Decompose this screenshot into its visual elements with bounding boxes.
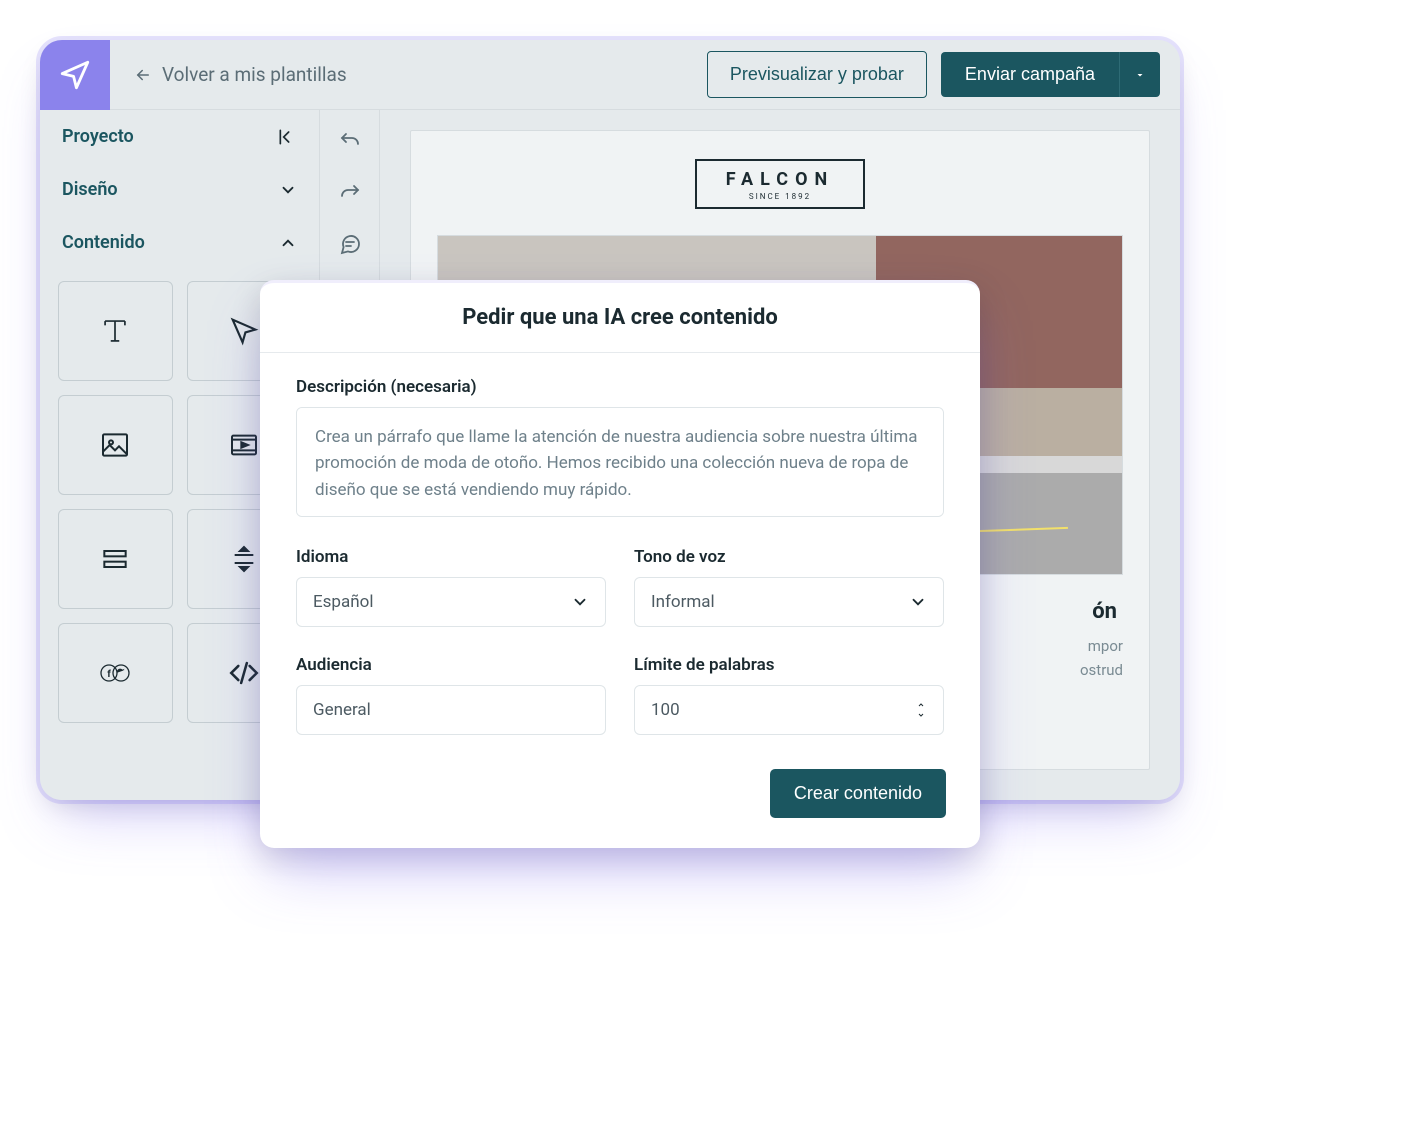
language-label: Idioma xyxy=(296,547,606,567)
description-input[interactable] xyxy=(296,407,944,517)
chevron-down-icon xyxy=(571,593,589,611)
redo-button[interactable] xyxy=(338,180,362,204)
app-logo[interactable] xyxy=(40,40,110,110)
sidebar-section-project[interactable]: Proyecto xyxy=(40,110,319,163)
ai-content-modal: Pedir que una IA cree contenido Descripc… xyxy=(260,280,980,848)
chevron-down-icon xyxy=(915,711,927,719)
language-select[interactable]: Español xyxy=(296,577,606,627)
audience-input[interactable]: General xyxy=(296,685,606,735)
wordlimit-label: Límite de palabras xyxy=(634,655,944,675)
audience-value: General xyxy=(313,700,371,720)
brand-subtitle: SINCE 1892 xyxy=(707,192,853,201)
back-to-templates-link[interactable]: Volver a mis plantillas xyxy=(110,63,347,86)
text-icon xyxy=(98,314,132,348)
chevron-up-icon xyxy=(279,234,297,252)
send-campaign-split-button: Enviar campaña xyxy=(941,52,1160,97)
number-stepper[interactable] xyxy=(915,701,927,719)
comment-icon xyxy=(338,232,362,256)
video-icon xyxy=(228,429,260,461)
spacer-icon xyxy=(228,543,260,575)
arrow-left-icon xyxy=(134,66,152,84)
redo-icon xyxy=(338,180,362,204)
chevron-down-icon xyxy=(279,181,297,199)
social-icon: f xyxy=(97,661,133,685)
sidebar-section-content[interactable]: Contenido xyxy=(40,216,319,269)
wordlimit-value: 100 xyxy=(651,700,680,720)
cursor-icon xyxy=(227,314,261,348)
back-label: Volver a mis plantillas xyxy=(162,63,347,86)
image-icon xyxy=(99,429,131,461)
tone-value: Informal xyxy=(651,592,715,612)
content-block-columns[interactable] xyxy=(58,509,173,609)
content-label: Contenido xyxy=(62,232,145,253)
preview-button[interactable]: Previsualizar y probar xyxy=(707,51,927,98)
wordlimit-input[interactable]: 100 xyxy=(634,685,944,735)
language-value: Español xyxy=(313,592,373,612)
design-label: Diseño xyxy=(62,179,118,200)
undo-button[interactable] xyxy=(338,128,362,152)
content-block-image[interactable] xyxy=(58,395,173,495)
sidebar-section-design[interactable]: Diseño xyxy=(40,163,319,216)
caret-down-icon xyxy=(1134,69,1146,81)
brand-name: FALCON xyxy=(707,169,853,190)
create-content-button[interactable]: Crear contenido xyxy=(770,769,946,818)
tone-label: Tono de voz xyxy=(634,547,944,567)
send-campaign-button[interactable]: Enviar campaña xyxy=(941,52,1119,97)
columns-icon xyxy=(99,543,131,575)
svg-text:f: f xyxy=(107,669,111,680)
undo-icon xyxy=(338,128,362,152)
chevron-down-icon xyxy=(909,593,927,611)
comment-button[interactable] xyxy=(338,232,362,256)
collapse-left-icon xyxy=(277,127,297,147)
audience-label: Audiencia xyxy=(296,655,606,675)
modal-title: Pedir que una IA cree contenido xyxy=(260,283,980,352)
chevron-up-icon xyxy=(915,701,927,709)
content-block-text[interactable] xyxy=(58,281,173,381)
project-label: Proyecto xyxy=(62,126,134,147)
topbar: Volver a mis plantillas Previsualizar y … xyxy=(40,40,1180,110)
content-block-social[interactable]: f xyxy=(58,623,173,723)
brand-logo: FALCON SINCE 1892 xyxy=(695,159,865,209)
send-campaign-dropdown[interactable] xyxy=(1119,52,1160,97)
description-label: Descripción (necesaria) xyxy=(296,377,944,397)
tone-select[interactable]: Informal xyxy=(634,577,944,627)
code-icon xyxy=(227,656,261,690)
send-icon xyxy=(58,58,92,92)
